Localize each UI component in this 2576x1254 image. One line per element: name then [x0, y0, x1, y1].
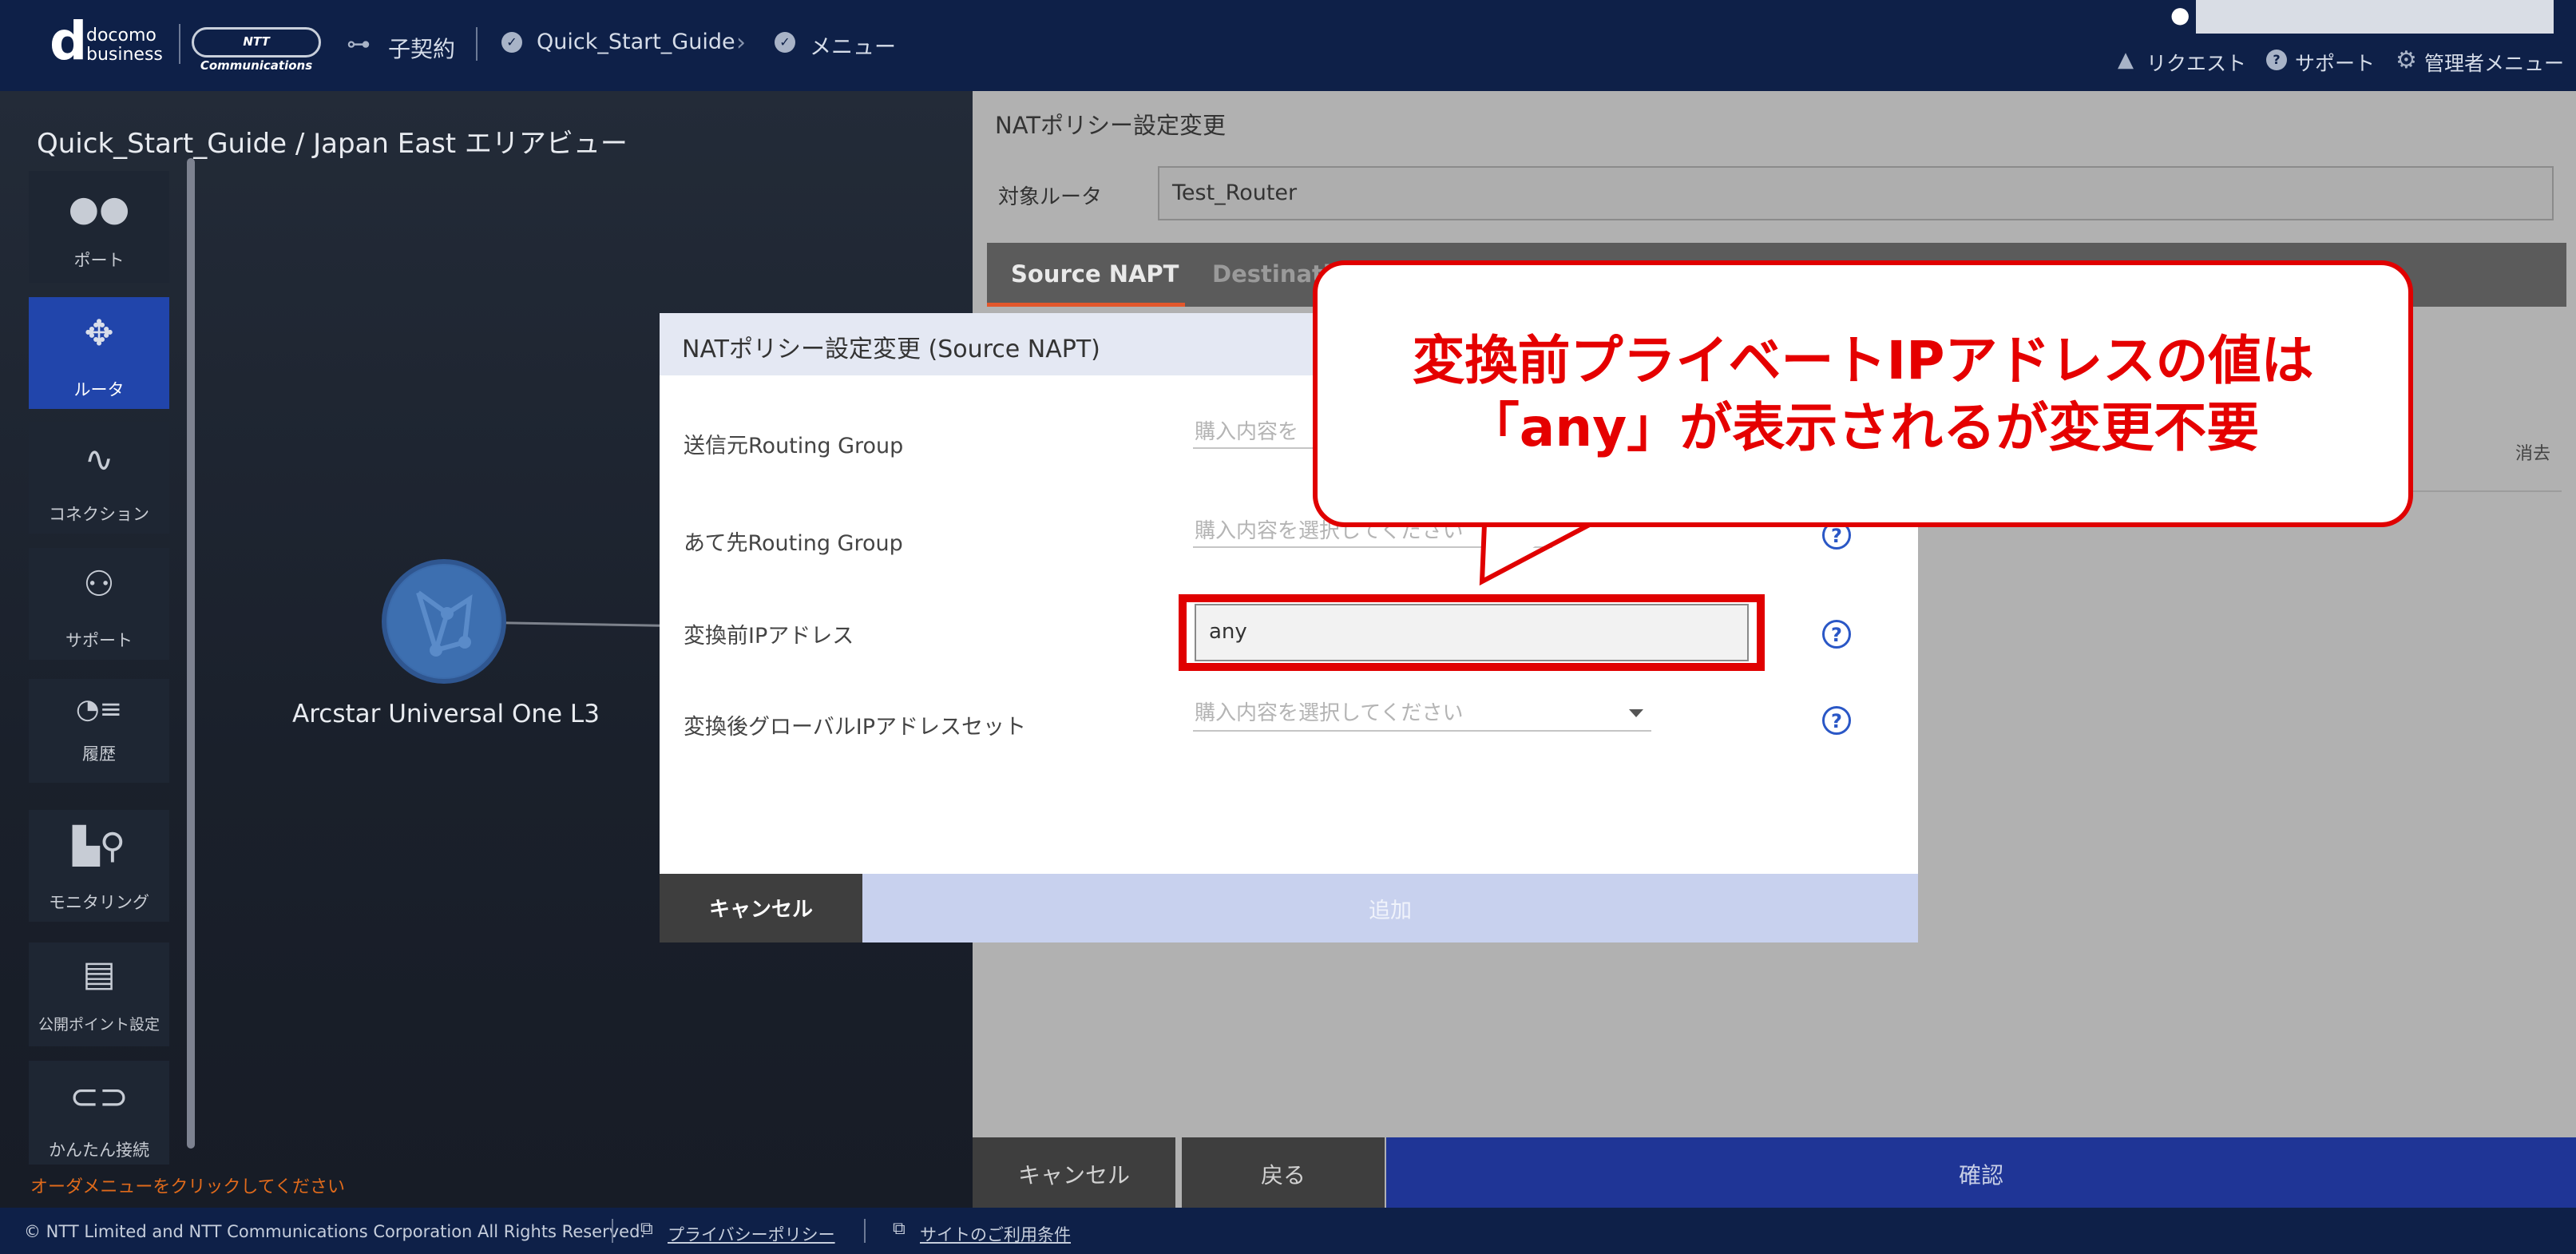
- gear-icon: ⚙: [2396, 46, 2417, 74]
- footer: © NTT Limited and NTT Communications Cor…: [0, 1208, 2576, 1254]
- chevron-circle-icon: ✓: [501, 32, 522, 53]
- brand-line2: business: [86, 45, 163, 65]
- dest-routing-group-label: あて先Routing Group: [684, 531, 903, 556]
- sidebar-item-label: 公開ポイント設定: [38, 1016, 160, 1034]
- order-hint: オーダメニューをクリックしてください: [30, 1177, 346, 1197]
- sidebar-item-support[interactable]: ⚇ サポート: [29, 548, 169, 660]
- target-router-field[interactable]: Test_Router: [1158, 166, 2554, 220]
- modal-cancel-button[interactable]: キャンセル: [660, 874, 862, 942]
- global-ip-set-select[interactable]: 購入内容を選択してください: [1193, 695, 1651, 732]
- annotation-callout: 変換前プライベートIPアドレスの値は 「any」が表示されるが変更不要: [1313, 260, 2413, 527]
- button-label: キャンセル: [708, 898, 813, 922]
- breadcrumb: ✓ Quick_Start_Guide › ✓ メニュー: [500, 29, 915, 61]
- external-link-icon: ⧉: [893, 1219, 906, 1239]
- help-circle-icon: ?: [2266, 50, 2287, 70]
- sidebar-item-label: 履歴: [82, 744, 116, 764]
- request-label: リクエスト: [2146, 52, 2247, 75]
- public-point-icon: ▤: [82, 954, 116, 994]
- chevron-circle-icon: ✓: [775, 32, 795, 53]
- sidebar-item-history[interactable]: ◔≡ 履歴: [29, 679, 169, 783]
- bell-icon: ▲: [2118, 48, 2134, 72]
- monitoring-icon: ▙⚲: [72, 826, 126, 867]
- network-globe-icon[interactable]: [382, 559, 506, 684]
- pre-translation-ip-label: 変換前IPアドレス: [684, 624, 854, 649]
- easy-connect-icon: ⊂⊃: [69, 1077, 129, 1117]
- history-icon: ◔≡: [75, 693, 123, 725]
- area-view-title: Quick_Start_Guide / Japan East エリアビュー: [37, 128, 628, 160]
- breadcrumb-project[interactable]: Quick_Start_Guide: [537, 30, 735, 54]
- privacy-policy-link[interactable]: プライバシーポリシー: [668, 1222, 835, 1246]
- ntt-logo: NTT Communications: [192, 27, 321, 73]
- help-icon[interactable]: ?: [1822, 620, 1851, 649]
- callout-line2: 「any」が表示されるが変更不要: [1466, 397, 2260, 458]
- sidebar-item-label: サポート: [65, 631, 133, 650]
- tab-label: Source NAPT: [1011, 260, 1179, 288]
- source-routing-group-label: 送信元Routing Group: [684, 434, 904, 458]
- sidebar-item-easy-connect[interactable]: ⊂⊃ かんたん接続: [29, 1061, 169, 1165]
- sidebar-item-public-point[interactable]: ▤ 公開ポイント設定: [29, 942, 169, 1046]
- port-icon: ●●: [68, 188, 130, 229]
- sidebar-scrollbar[interactable]: [187, 158, 195, 1149]
- select-placeholder: 購入内容を: [1195, 420, 1299, 444]
- breadcrumb-menu[interactable]: メニュー: [810, 30, 896, 61]
- target-router-label: 対象ルータ: [998, 185, 1103, 209]
- sidebar-item-connection[interactable]: ∿ コネクション: [29, 422, 169, 534]
- network-node-label: Arcstar Universal One L3: [292, 700, 600, 728]
- callout-line1: 変換前プライベートIPアドレスの値は: [1412, 330, 2314, 391]
- button-label: 確認: [1958, 1162, 2003, 1189]
- sidebar-item-router[interactable]: ✥ ルータ: [29, 297, 169, 409]
- support-user-icon: ⚇: [83, 564, 115, 605]
- pre-translation-ip-field[interactable]: any: [1195, 604, 1749, 661]
- breadcrumb-separator-icon: ›: [736, 29, 746, 57]
- delete-label[interactable]: 消去: [2515, 439, 2550, 465]
- modal-title: NATポリシー設定変更 (Source NAPT): [682, 335, 1100, 363]
- router-icon: ✥: [84, 313, 114, 354]
- sidebar-item-label: かんたん接続: [49, 1141, 149, 1160]
- button-label: 戻る: [1260, 1162, 1306, 1189]
- sidebar-item-label: コネクション: [49, 505, 149, 524]
- support-label: サポート: [2295, 52, 2376, 75]
- global-ip-set-label: 変換後グローバルIPアドレスセット: [684, 715, 1026, 740]
- sidebar-item-label: モニタリング: [49, 893, 149, 912]
- sidebar-item-label: ルータ: [73, 380, 125, 399]
- ip-field-value: any: [1209, 620, 1247, 644]
- target-router-value: Test_Router: [1172, 181, 1298, 205]
- docomo-business-logo[interactable]: d docomo business: [50, 15, 169, 68]
- sidebar-item-monitoring[interactable]: ▙⚲ モニタリング: [29, 810, 169, 922]
- select-placeholder: 購入内容を選択してください: [1195, 701, 1464, 725]
- user-icon: ●: [2170, 2, 2190, 28]
- network-link-line: [501, 621, 660, 627]
- cancel-button[interactable]: キャンセル: [973, 1137, 1175, 1208]
- tab-source-napt[interactable]: Source NAPT: [987, 243, 1185, 307]
- chevron-down-icon: [1629, 709, 1643, 717]
- copyright-text: © NTT Limited and NTT Communications Cor…: [24, 1222, 646, 1241]
- connection-icon: ∿: [84, 439, 114, 480]
- confirm-button[interactable]: 確認: [1386, 1137, 2576, 1208]
- top-header: d docomo business NTT Communications ⊶ 子…: [0, 0, 2576, 91]
- user-account-box[interactable]: ●: [2161, 0, 2554, 34]
- terms-of-use-link[interactable]: サイトのご利用条件: [920, 1222, 1071, 1246]
- admin-menu-label: 管理者メニュー: [2424, 52, 2565, 75]
- help-icon[interactable]: ?: [1822, 706, 1851, 735]
- brand-line1: docomo: [86, 26, 157, 46]
- button-label: キャンセル: [1017, 1162, 1130, 1189]
- modal-add-button[interactable]: 追加: [862, 874, 1918, 942]
- sidebar-item-port[interactable]: ●● ポート: [29, 171, 169, 283]
- panel-title: NATポリシー設定変更: [995, 112, 1226, 139]
- hierarchy-icon: ⊶: [347, 30, 371, 58]
- external-link-icon: ⧉: [640, 1219, 653, 1239]
- contract-label: 子契約: [388, 36, 456, 62]
- button-label: 追加: [1369, 899, 1412, 923]
- back-button[interactable]: 戻る: [1182, 1137, 1385, 1208]
- sidebar-item-label: ポート: [73, 251, 125, 270]
